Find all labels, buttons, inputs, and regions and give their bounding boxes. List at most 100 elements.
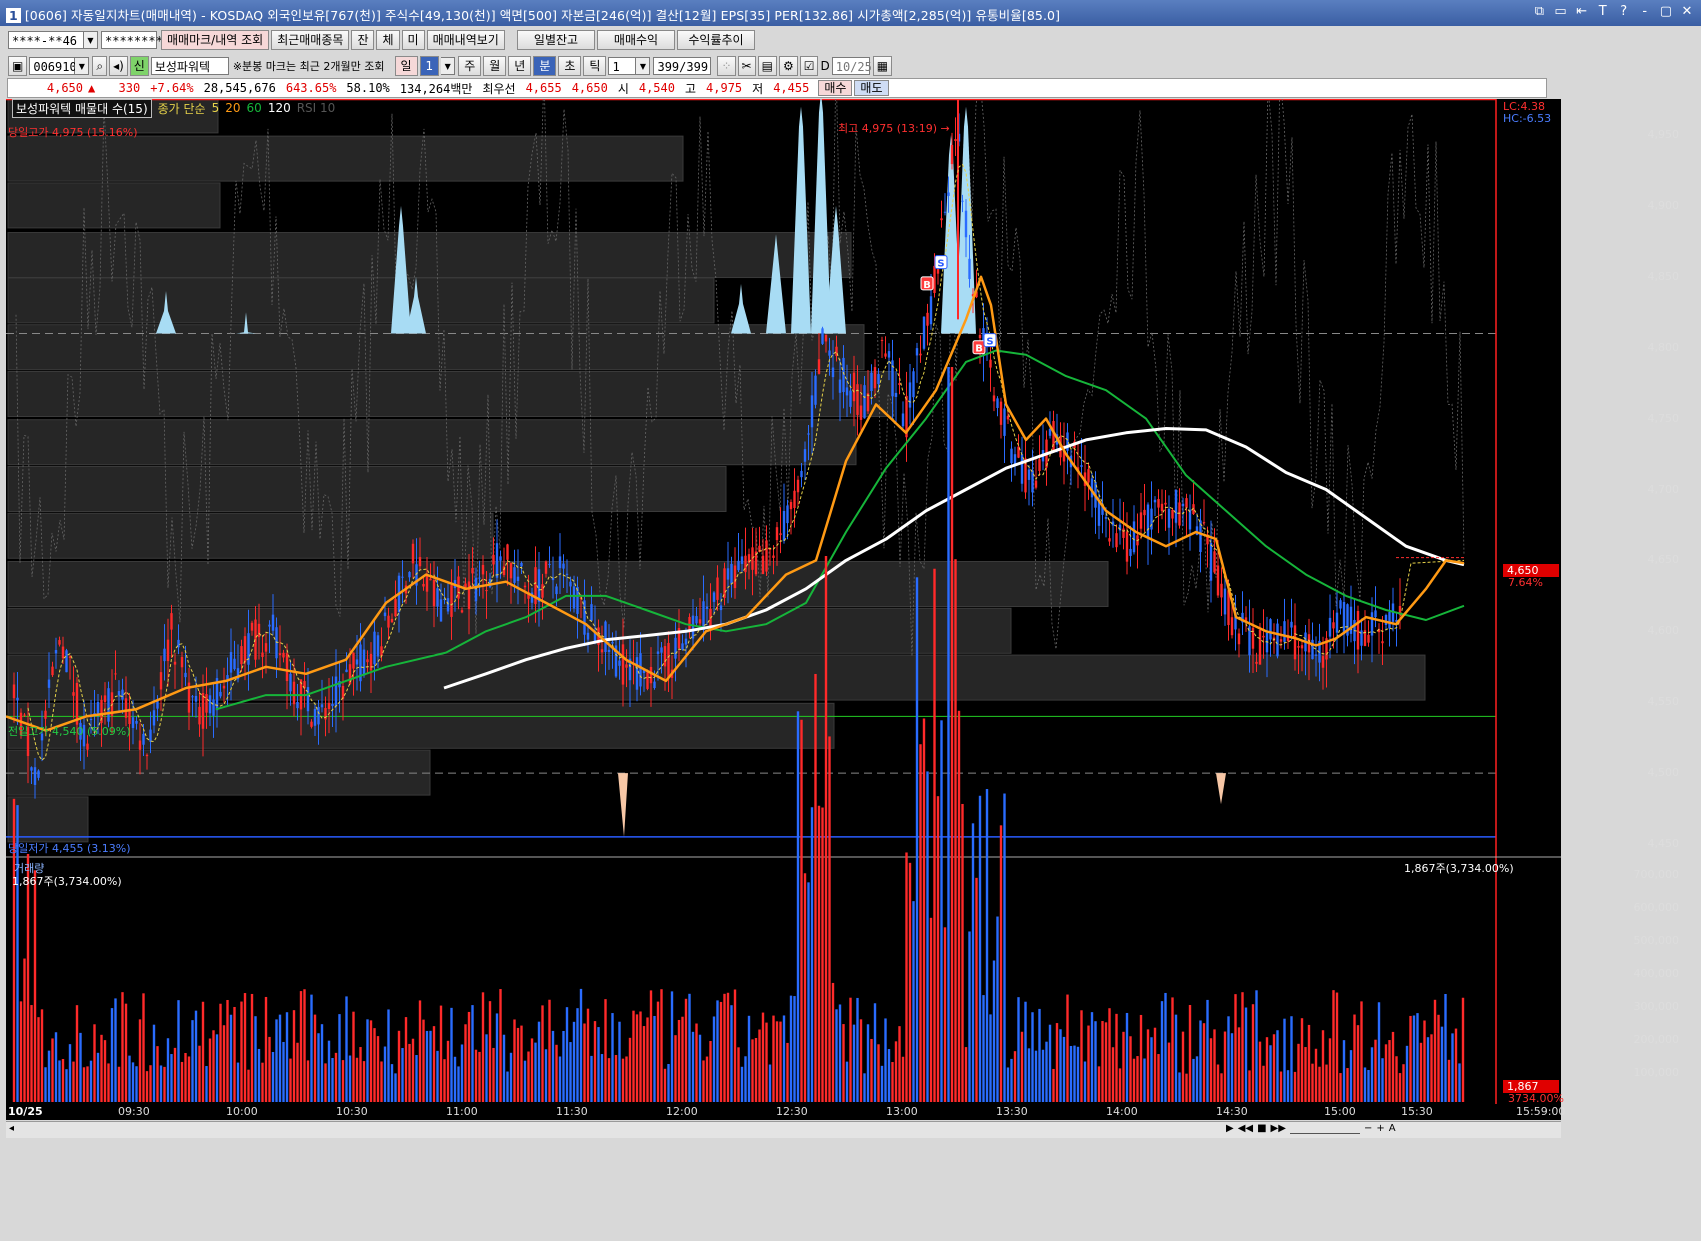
- volume-bar: [1150, 1037, 1153, 1102]
- recent-trades-button[interactable]: 최근매매종목: [271, 30, 350, 50]
- search-icon[interactable]: ⌕: [92, 56, 108, 76]
- volume-bar: [439, 1005, 443, 1102]
- trade-history-button[interactable]: 매매내역보기: [426, 30, 505, 50]
- volume-bar: [30, 1005, 33, 1102]
- save-icon[interactable]: ▤: [757, 56, 777, 76]
- sell-marker[interactable]: S: [934, 255, 948, 270]
- gear-icon[interactable]: ⚙: [778, 56, 798, 76]
- volume-bar: [523, 1060, 527, 1102]
- volume-bar: [870, 1038, 873, 1102]
- interval-dropdown-icon[interactable]: ▼: [636, 57, 651, 75]
- volume-bar: [1174, 1014, 1178, 1102]
- maximize-button[interactable]: ▢: [1660, 4, 1672, 20]
- zoom-in-icon[interactable]: +: [1376, 1123, 1384, 1134]
- period-day-count[interactable]: 1: [419, 56, 440, 76]
- volume-bar: [1349, 1050, 1353, 1102]
- zoom-out-icon[interactable]: −: [1364, 1123, 1372, 1134]
- candle-body: [467, 581, 471, 610]
- tool-icon[interactable]: ⁘: [717, 56, 736, 76]
- restore-icon[interactable]: ▭: [1554, 4, 1566, 20]
- volume-bar: [390, 1064, 394, 1102]
- volume-bar: [1384, 1044, 1388, 1102]
- calendar-icon[interactable]: ▦: [872, 56, 893, 76]
- volume-bar: [383, 1046, 387, 1102]
- filled-button[interactable]: 체: [376, 30, 400, 50]
- volume-bar: [376, 1036, 380, 1102]
- volume-bar: [422, 1019, 425, 1102]
- candle-body: [635, 657, 639, 690]
- volume-bar: [838, 1004, 842, 1102]
- buy-button[interactable]: 매수: [818, 80, 853, 96]
- date-input[interactable]: 10/25: [831, 57, 872, 75]
- chart-scrollbar[interactable]: ◂ ▶ ◀◀ ■ ▶▶ − + A: [6, 1121, 1561, 1138]
- period-tick-button[interactable]: 틱: [583, 56, 607, 76]
- volume-bar: [1087, 1025, 1090, 1102]
- tile-icon[interactable]: ⧉: [1533, 4, 1545, 20]
- buy-marker[interactable]: B: [972, 340, 986, 355]
- chart-canvas[interactable]: SBBS: [6, 99, 1561, 1104]
- price-tick-label: 4,500: [1647, 766, 1680, 780]
- sell-button[interactable]: 매도: [854, 80, 889, 96]
- rewind-icon[interactable]: ◀◀: [1238, 1123, 1253, 1134]
- balance-button[interactable]: 잔: [351, 30, 375, 50]
- interval-input[interactable]: 1: [608, 57, 637, 75]
- return-trend-button[interactable]: 수익률추이: [677, 30, 755, 50]
- volume-bar: [1293, 1071, 1297, 1102]
- legend-profile-title[interactable]: 보성파워텍 매물대 수(15): [12, 98, 152, 118]
- period-month-button[interactable]: 월: [483, 56, 507, 76]
- volume-bar: [418, 1000, 422, 1102]
- candle-body: [810, 395, 814, 428]
- zoom-slider[interactable]: [1289, 1123, 1360, 1134]
- scissors-icon[interactable]: ✂: [737, 56, 756, 76]
- font-size-icon[interactable]: A: [1389, 1123, 1396, 1134]
- volume-bar: [1230, 1033, 1234, 1102]
- volume-bar: [135, 1066, 138, 1102]
- price-chart[interactable]: SBBS: [6, 99, 1561, 1104]
- volume-bar: [331, 1058, 334, 1102]
- volume-bar: [296, 1042, 299, 1102]
- speaker-icon[interactable]: ◂): [109, 56, 128, 76]
- play-icon[interactable]: ▶: [1226, 1123, 1234, 1134]
- period-dropdown-icon[interactable]: ▼: [441, 57, 456, 75]
- trade-profit-button[interactable]: 매매수익: [597, 30, 675, 50]
- period-second-button[interactable]: 초: [558, 56, 582, 76]
- code-dropdown-icon[interactable]: ▼: [75, 57, 90, 75]
- checkbox-icon[interactable]: ☑: [799, 56, 819, 76]
- close-button[interactable]: ✕: [1681, 4, 1693, 20]
- buy-marker[interactable]: B: [920, 276, 934, 291]
- volume-bar: [740, 1066, 744, 1102]
- candle-body: [523, 585, 527, 588]
- trade-mark-query-button[interactable]: 매매마크/내역 조회: [161, 30, 270, 50]
- period-day-button[interactable]: 일: [394, 56, 418, 76]
- period-minute-button[interactable]: 분: [533, 56, 557, 76]
- unfilled-button[interactable]: 미: [401, 30, 425, 50]
- password-input[interactable]: ********: [101, 31, 163, 49]
- candle-body: [1300, 645, 1304, 649]
- period-year-button[interactable]: 년: [508, 56, 532, 76]
- scroll-left-icon[interactable]: ◂: [9, 1123, 14, 1134]
- daily-balance-button[interactable]: 일별잔고: [517, 30, 595, 50]
- account-input[interactable]: ****-**46: [8, 31, 84, 49]
- help-icon[interactable]: ?: [1618, 4, 1630, 20]
- account-dropdown-icon[interactable]: ▼: [84, 31, 98, 49]
- volume-bar: [1167, 1042, 1171, 1102]
- count-input[interactable]: 399/399: [653, 57, 712, 75]
- candle-body: [1143, 509, 1146, 516]
- period-week-button[interactable]: 주: [458, 56, 482, 76]
- volume-bar: [1073, 1045, 1076, 1102]
- volume-bar: [702, 1060, 705, 1102]
- code-input[interactable]: 006910: [29, 57, 77, 75]
- volume-bar: [968, 931, 971, 1102]
- stop-icon[interactable]: ■: [1257, 1123, 1266, 1134]
- font-icon[interactable]: T: [1597, 4, 1609, 20]
- candle-body: [663, 646, 667, 667]
- sell-marker[interactable]: S: [983, 333, 997, 348]
- volume-bar: [26, 853, 30, 1102]
- candle-body: [999, 401, 1003, 425]
- volume-bar: [1251, 1004, 1255, 1102]
- dock-icon[interactable]: ⇤: [1576, 4, 1588, 20]
- candle-body: [912, 371, 915, 398]
- forward-icon[interactable]: ▶▶: [1271, 1123, 1286, 1134]
- minimize-button[interactable]: -: [1639, 4, 1651, 20]
- panel-icon[interactable]: ▣: [8, 56, 28, 76]
